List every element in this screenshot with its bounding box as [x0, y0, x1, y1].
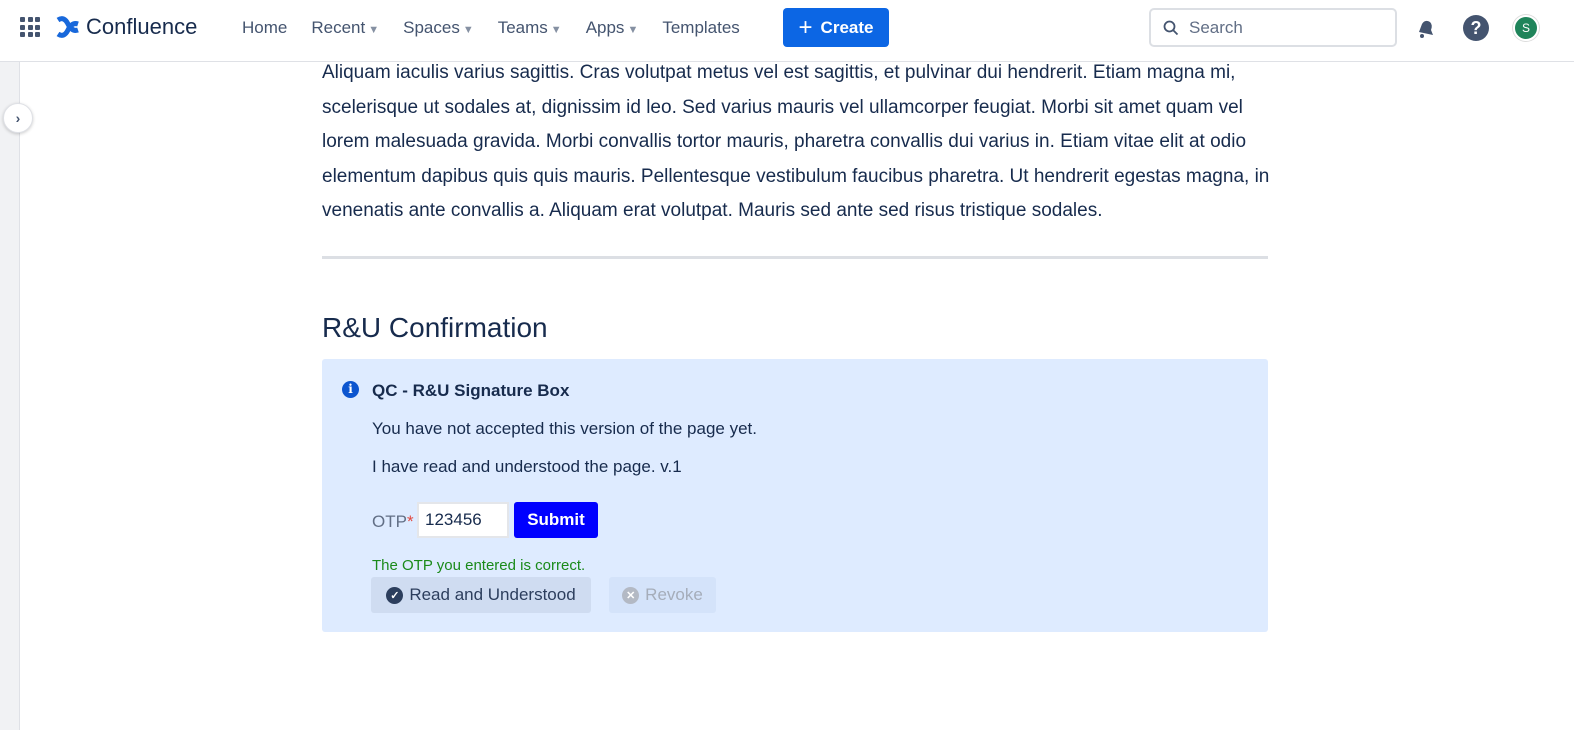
- info-icon: i: [342, 381, 359, 398]
- chevron-right-icon: ›: [15, 110, 21, 126]
- chevron-down-icon: ▼: [368, 24, 380, 36]
- check-circle-icon: ✓: [386, 586, 404, 604]
- sidebar-collapsed: [0, 62, 20, 730]
- notifications-bell-icon[interactable]: [1413, 15, 1439, 41]
- app-name: Confluence: [86, 14, 198, 39]
- revoke-label: Revoke: [645, 585, 703, 604]
- otp-label: OTP*: [372, 512, 414, 532]
- confluence-logo[interactable]: Confluence: [56, 14, 197, 40]
- nav-templates[interactable]: Templates: [662, 18, 739, 38]
- nav-home[interactable]: Home: [242, 18, 287, 38]
- signature-box-panel: i QC - R&U Signature Box You have not ac…: [322, 359, 1268, 632]
- revoke-button[interactable]: ✕ Revoke: [609, 577, 716, 613]
- nav-label: Apps: [585, 18, 625, 37]
- acceptance-status: You have not accepted this version of th…: [372, 419, 757, 438]
- read-and-understood-button[interactable]: ✓ Read and Understood: [371, 577, 591, 613]
- otp-input[interactable]: [417, 502, 509, 538]
- search-placeholder: Search: [1189, 17, 1243, 37]
- chevron-down-icon: ▼: [462, 24, 474, 36]
- create-button[interactable]: + Create: [783, 8, 889, 47]
- divider: [322, 256, 1268, 259]
- nav-spaces[interactable]: Spaces ▼: [403, 18, 474, 38]
- otp-label-text: OTP: [372, 512, 407, 531]
- help-icon[interactable]: ?: [1463, 15, 1489, 41]
- body-paragraph: Aliquam iaculis varius sagittis. Cras vo…: [322, 62, 1270, 221]
- nav-label: Teams: [497, 18, 548, 37]
- avatar[interactable]: S: [1513, 15, 1539, 41]
- top-nav: Confluence Home Recent ▼ Spaces ▼ Teams ▼ A…: [0, 0, 1574, 62]
- section-heading: R&U Confirmation: [322, 312, 548, 343]
- nav-label: Home: [242, 18, 288, 37]
- app-switcher-icon[interactable]: [20, 17, 40, 37]
- nav-recent[interactable]: Recent ▼: [311, 18, 379, 38]
- confluence-logo-icon: [56, 16, 79, 38]
- plus-icon: +: [798, 13, 813, 41]
- panel-title: QC - R&U Signature Box: [372, 381, 570, 400]
- nav-label: Recent: [311, 18, 366, 37]
- nav-apps[interactable]: Apps ▼: [586, 18, 639, 38]
- x-circle-icon: ✕: [622, 586, 640, 604]
- submit-button[interactable]: Submit: [514, 502, 598, 538]
- search-icon: [1163, 20, 1179, 35]
- required-mark: *: [406, 512, 414, 531]
- create-label: Create: [820, 17, 874, 37]
- expand-sidebar-button[interactable]: ›: [3, 103, 33, 133]
- nav-label: Spaces: [403, 18, 460, 37]
- search-input[interactable]: Search: [1149, 8, 1397, 47]
- chevron-down-icon: ▼: [627, 24, 639, 36]
- nav-label: Templates: [662, 18, 740, 37]
- chevron-down-icon: ▼: [550, 24, 562, 36]
- nav-teams[interactable]: Teams ▼: [498, 18, 562, 38]
- read-label: Read and Understood: [409, 585, 576, 604]
- avatar-initial: S: [1521, 21, 1530, 35]
- otp-success-message: The OTP you entered is correct.: [372, 557, 586, 574]
- statement-text: I have read and understood the page. v.1: [372, 457, 682, 476]
